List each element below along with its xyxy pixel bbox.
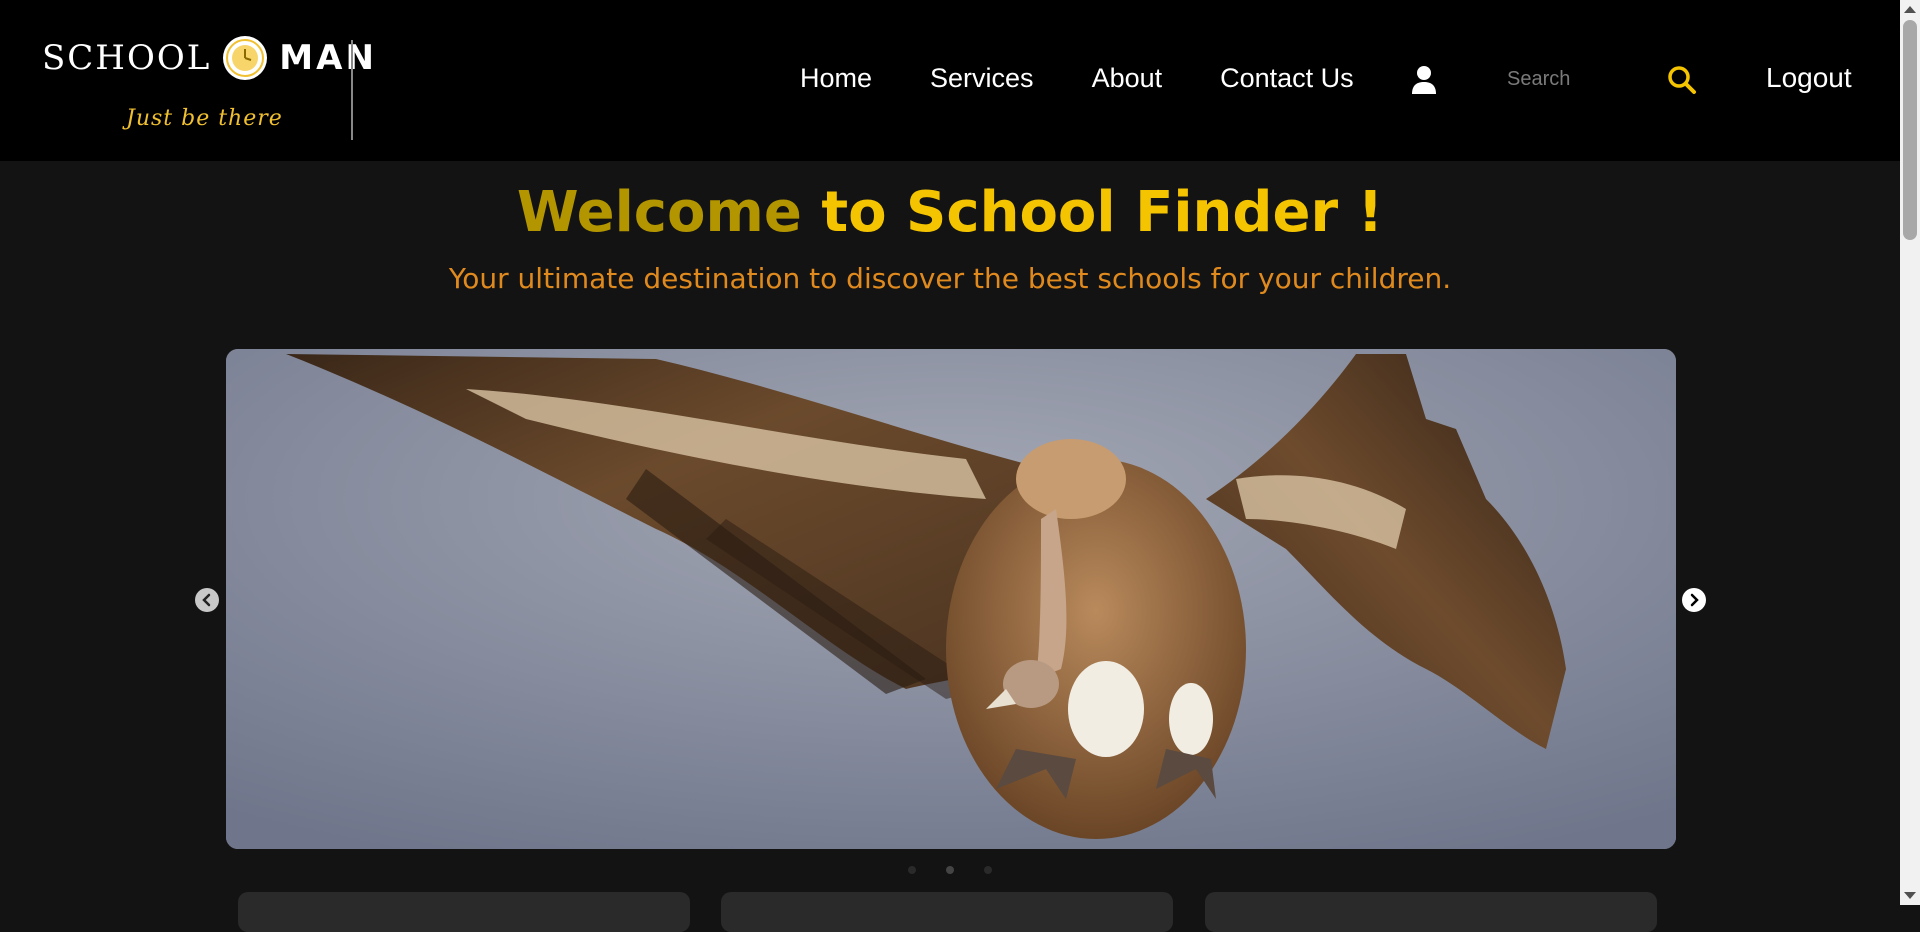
school-card[interactable] bbox=[238, 892, 690, 932]
search-input[interactable] bbox=[1505, 64, 1655, 94]
carousel-dot-3[interactable] bbox=[984, 866, 992, 874]
carousel-next-button[interactable] bbox=[1682, 588, 1706, 612]
carousel-indicators bbox=[908, 866, 992, 874]
chevron-right-icon bbox=[1690, 593, 1699, 607]
welcome-subtitle: Your ultimate destination to discover th… bbox=[448, 262, 1452, 295]
nav-contact-us[interactable]: Contact Us bbox=[1220, 63, 1354, 94]
site-header: SCHOOL MAN Just be there Home Services A… bbox=[0, 0, 1900, 161]
carousel-prev-button[interactable] bbox=[195, 588, 219, 612]
logo-clock-icon bbox=[223, 36, 268, 80]
logo-tagline: Just be there bbox=[126, 106, 283, 131]
nav-about[interactable]: About bbox=[1092, 63, 1163, 94]
welcome-rest: to School Finder ! bbox=[821, 180, 1384, 245]
logo-school-text: SCHOOL bbox=[42, 38, 212, 78]
vulture-slide-image bbox=[226, 349, 1676, 849]
welcome-word: Welcome bbox=[516, 180, 802, 245]
logo-divider bbox=[351, 40, 353, 140]
carousel-dot-2[interactable] bbox=[946, 866, 954, 874]
school-card[interactable] bbox=[721, 892, 1173, 932]
hero-carousel[interactable] bbox=[226, 349, 1676, 849]
welcome-heading: Welcome to School Finder ! bbox=[0, 180, 1900, 245]
page-scrollbar[interactable] bbox=[1900, 0, 1920, 905]
carousel-dot-1[interactable] bbox=[908, 866, 916, 874]
search-icon[interactable] bbox=[1667, 65, 1697, 95]
nav-services[interactable]: Services bbox=[930, 63, 1034, 94]
scroll-up-arrow-icon[interactable] bbox=[1904, 6, 1916, 13]
scroll-thumb[interactable] bbox=[1903, 20, 1917, 240]
logo-man-text: MAN bbox=[279, 38, 377, 78]
scroll-down-arrow-icon[interactable] bbox=[1904, 892, 1916, 899]
nav-home[interactable]: Home bbox=[800, 63, 872, 94]
user-icon[interactable] bbox=[1410, 65, 1438, 95]
school-card[interactable] bbox=[1205, 892, 1657, 932]
logo-wordmark: SCHOOL MAN bbox=[42, 36, 377, 80]
chevron-left-icon bbox=[202, 593, 211, 607]
logout-button[interactable]: Logout bbox=[1766, 62, 1852, 94]
main-nav: Home Services About Contact Us bbox=[800, 63, 1412, 94]
logo[interactable]: SCHOOL MAN Just be there bbox=[42, 36, 374, 146]
